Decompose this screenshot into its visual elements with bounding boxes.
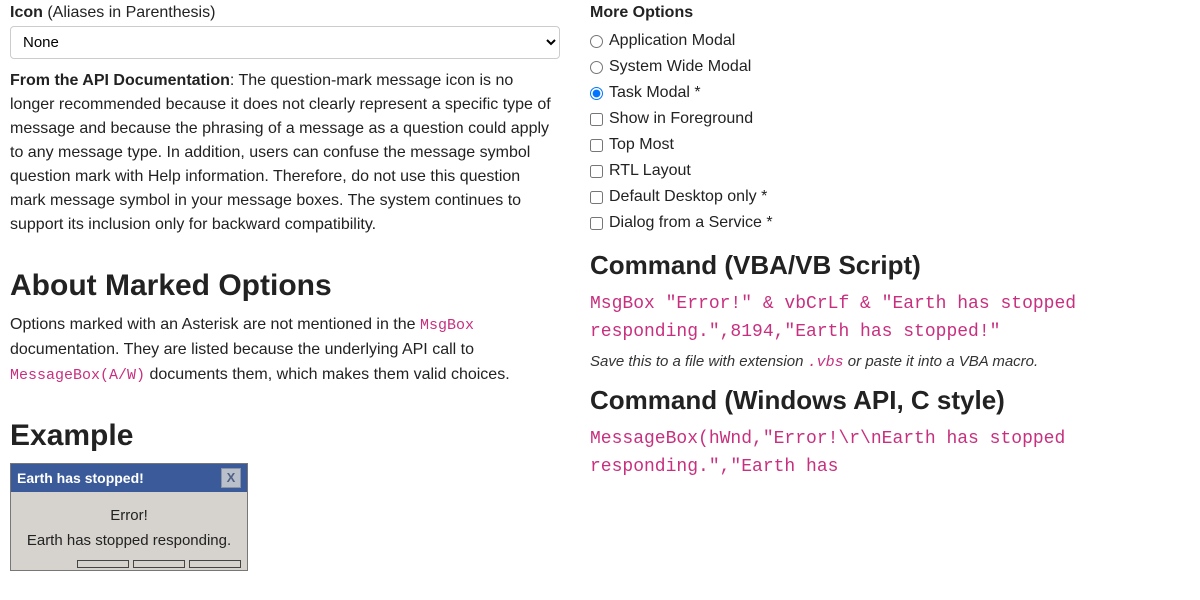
vbs-hint: Save this to a file with extension .vbs … [590,353,1180,371]
option-label: Application Modal [609,32,735,50]
option-checkbox[interactable] [590,113,603,126]
more-options-heading: More Options [590,4,1180,22]
option-label: Show in Foreground [609,110,753,128]
api-doc-paragraph: From the API Documentation: The question… [10,69,560,237]
option-label: Dialog from a Service * [609,214,773,232]
option-radio[interactable] [590,61,603,74]
option-row[interactable]: System Wide Modal [590,54,1180,80]
icon-select[interactable]: None [10,26,560,59]
option-label: Top Most [609,136,674,154]
option-row[interactable]: Task Modal * [590,80,1180,106]
option-row[interactable]: Default Desktop only * [590,184,1180,210]
msgbox-title-text: Earth has stopped! [17,470,144,486]
vbs-hint-b: or paste it into a VBA macro. [844,353,1039,370]
option-row[interactable]: Application Modal [590,28,1180,54]
page-root: Icon (Aliases in Parenthesis) None From … [0,0,1200,581]
api-doc-lead: From the API Documentation [10,72,230,89]
about-paragraph: Options marked with an Asterisk are not … [10,313,560,387]
option-label: Default Desktop only * [609,188,767,206]
option-label: Task Modal * [609,84,701,102]
example-heading: Example [10,419,560,453]
about-heading: About Marked Options [10,269,560,303]
option-row[interactable]: Dialog from a Service * [590,210,1180,236]
command-vba-code: MsgBox "Error!" & vbCrLf & "Earth has st… [590,291,1180,347]
msgbox-titlebar: Earth has stopped! X [11,464,247,492]
vbs-hint-code: .vbs [808,354,844,371]
vbs-hint-a: Save this to a file with extension [590,353,808,370]
example-msgbox: Earth has stopped! X Error! Earth has st… [10,463,248,571]
option-label: RTL Layout [609,162,691,180]
option-row[interactable]: RTL Layout [590,158,1180,184]
about-text-1a: Options marked with an Asterisk are not … [10,316,420,333]
about-code-msgbox: MsgBox [420,317,474,334]
command-api-heading: Command (Windows API, C style) [590,385,1180,416]
msgbox-line1: Error! [19,504,239,529]
msgbox-button-row [71,556,247,570]
command-vba-heading: Command (VBA/VB Script) [590,250,1180,281]
option-checkbox[interactable] [590,139,603,152]
msgbox-body: Error! Earth has stopped responding. [11,492,247,556]
msgbox-line2: Earth has stopped responding. [19,529,239,554]
option-row[interactable]: Top Most [590,132,1180,158]
option-checkbox[interactable] [590,165,603,178]
icon-label: Icon [10,4,43,21]
msgbox-button-3[interactable] [189,560,241,568]
msgbox-close-button[interactable]: X [221,468,241,488]
option-radio[interactable] [590,87,603,100]
left-column: Icon (Aliases in Parenthesis) None From … [10,4,560,571]
right-column: More Options Application Modal System Wid… [590,4,1180,571]
about-text-1b: documentation. They are listed because t… [10,341,474,358]
option-radio[interactable] [590,35,603,48]
option-label: System Wide Modal [609,58,751,76]
more-options-list: Application Modal System Wide Modal Task M… [590,28,1180,236]
icon-label-paren: (Aliases in Parenthesis) [43,4,216,21]
msgbox-button-2[interactable] [133,560,185,568]
option-checkbox[interactable] [590,217,603,230]
msgbox-button-1[interactable] [77,560,129,568]
option-row[interactable]: Show in Foreground [590,106,1180,132]
api-doc-body: : The question-mark message icon is no l… [10,72,551,233]
icon-label-line: Icon (Aliases in Parenthesis) [10,4,560,22]
about-text-1c: documents them, which makes them valid c… [145,366,510,383]
command-api-code: MessageBox(hWnd,"Error!\r\nEarth has sto… [590,426,1180,482]
option-checkbox[interactable] [590,191,603,204]
about-code-messagebox: MessageBox(A/W) [10,367,145,384]
